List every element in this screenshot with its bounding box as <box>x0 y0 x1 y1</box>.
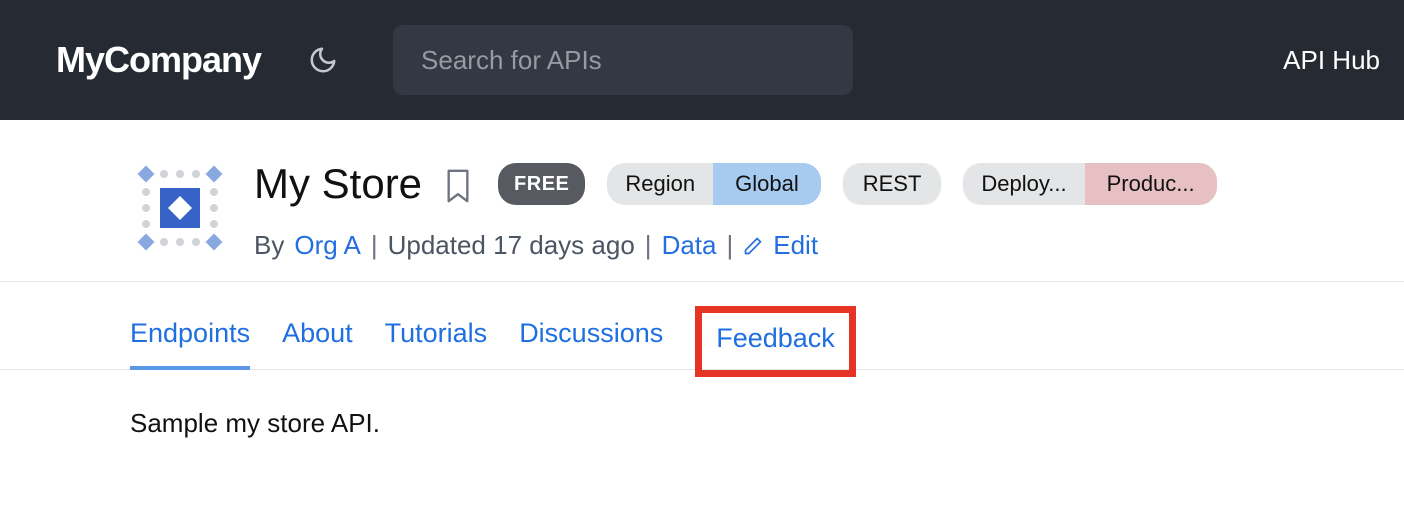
edit-link[interactable]: Edit <box>743 230 818 261</box>
api-meta: My Store FREE Region Global REST Deploy.… <box>254 158 1404 261</box>
content-area: Sample my store API. <box>0 370 1404 439</box>
deploy-chip-value: Produc... <box>1085 163 1217 205</box>
search-container <box>393 25 853 95</box>
org-link[interactable]: Org A <box>294 230 360 261</box>
bookmark-button[interactable] <box>444 168 476 200</box>
api-description: Sample my store API. <box>130 408 1404 439</box>
title-row: My Store FREE Region Global REST Deploy.… <box>254 160 1404 208</box>
tab-tutorials[interactable]: Tutorials <box>385 306 488 369</box>
api-hub-link[interactable]: API Hub <box>1283 45 1380 76</box>
highlight-annotation: Feedback <box>695 306 856 377</box>
category-link[interactable]: Data <box>662 230 717 261</box>
edit-label: Edit <box>773 230 818 261</box>
brand-logo[interactable]: MyCompany <box>56 39 261 81</box>
api-header: My Store FREE Region Global REST Deploy.… <box>0 120 1404 282</box>
separator: | <box>371 230 378 261</box>
theme-toggle[interactable] <box>303 40 343 80</box>
separator: | <box>726 230 733 261</box>
region-chip-value: Global <box>713 163 821 205</box>
byline-prefix: By <box>254 230 284 261</box>
rest-chip: REST <box>843 163 942 205</box>
region-chip[interactable]: Region Global <box>607 163 820 205</box>
top-header: MyCompany API Hub <box>0 0 1404 120</box>
updated-text: Updated 17 days ago <box>388 230 635 261</box>
free-badge: FREE <box>498 163 585 205</box>
deploy-chip[interactable]: Deploy... Produc... <box>963 163 1216 205</box>
search-input[interactable] <box>393 25 853 95</box>
bookmark-icon <box>444 168 472 204</box>
tab-about[interactable]: About <box>282 306 353 369</box>
tab-discussions[interactable]: Discussions <box>519 306 663 369</box>
separator: | <box>645 230 652 261</box>
api-title: My Store <box>254 160 422 208</box>
region-chip-key: Region <box>607 171 713 197</box>
tabs: Endpoints About Tutorials Discussions Fe… <box>0 282 1404 370</box>
tab-endpoints[interactable]: Endpoints <box>130 306 250 369</box>
api-icon <box>130 158 230 258</box>
pencil-icon <box>743 236 763 256</box>
byline: By Org A | Updated 17 days ago | Data | … <box>254 230 1404 261</box>
moon-icon <box>308 45 338 75</box>
deploy-chip-key: Deploy... <box>963 171 1084 197</box>
tab-feedback[interactable]: Feedback <box>716 319 835 360</box>
